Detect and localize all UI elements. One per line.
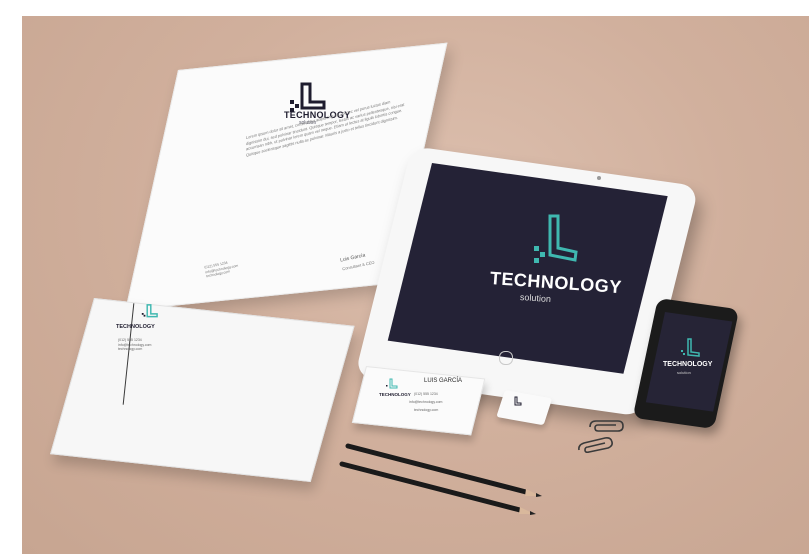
mockup-scene: TECHNOLOGY solution Lorem ipsum dolor si… <box>0 0 809 554</box>
card-name: LUIS GARCÍA <box>424 378 463 384</box>
envelope-contact-line: technology.com <box>118 347 143 351</box>
card-email: info@technology.com <box>409 400 443 404</box>
logo-l-icon <box>681 338 700 357</box>
card-brand: TECHNOLOGY <box>379 392 411 397</box>
home-button-icon <box>499 351 513 365</box>
envelope <box>50 298 355 483</box>
phone-subtitle: solution <box>677 370 691 375</box>
logo-l-icon <box>141 304 158 318</box>
card-phone: (012) 555 1234 <box>414 392 438 396</box>
envelope-brand: TECHNOLOGY <box>116 324 155 330</box>
envelope-contact: (012) 555 1234 info@technology.com techn… <box>118 338 151 352</box>
tablet-screen <box>387 163 668 374</box>
tablet-subtitle: solution <box>519 292 552 305</box>
paperclip-icon <box>589 420 624 432</box>
logo-l-icon <box>534 214 578 263</box>
tablet-camera <box>597 176 601 180</box>
paperclip-icon <box>578 437 613 454</box>
card-site: technology.com <box>414 408 439 412</box>
logo-l-icon <box>386 378 398 389</box>
pencil-icon <box>339 461 536 515</box>
phone-brand: TECHNOLOGY <box>663 361 713 368</box>
logo-l-icon <box>514 396 522 406</box>
